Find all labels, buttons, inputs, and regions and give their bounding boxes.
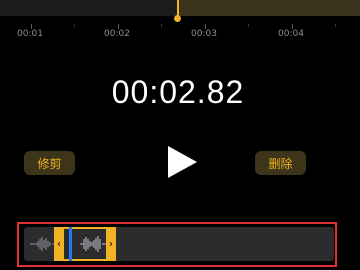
elapsed-time: 00:02.82 [111, 74, 245, 110]
minor-tick [74, 24, 75, 27]
delete-button[interactable]: 删除 [255, 151, 306, 175]
time-ruler: 00:01 00:02 00:03 00:04 [0, 24, 360, 46]
remaining-region [178, 0, 360, 16]
tick-label: 00:04 [278, 29, 304, 39]
minor-tick [248, 24, 249, 27]
tick-label: 00:01 [17, 29, 43, 39]
minor-tick [335, 24, 336, 27]
highlight-box [17, 222, 337, 267]
played-region [0, 0, 178, 16]
tick-label: 00:03 [191, 29, 217, 39]
play-button[interactable] [166, 145, 198, 179]
trim-button[interactable]: 修剪 [24, 151, 75, 175]
play-icon [168, 146, 197, 178]
playhead-knob[interactable] [174, 15, 181, 22]
waveform-overview[interactable] [0, 0, 360, 16]
minor-tick [161, 24, 162, 27]
tick-label: 00:02 [104, 29, 130, 39]
